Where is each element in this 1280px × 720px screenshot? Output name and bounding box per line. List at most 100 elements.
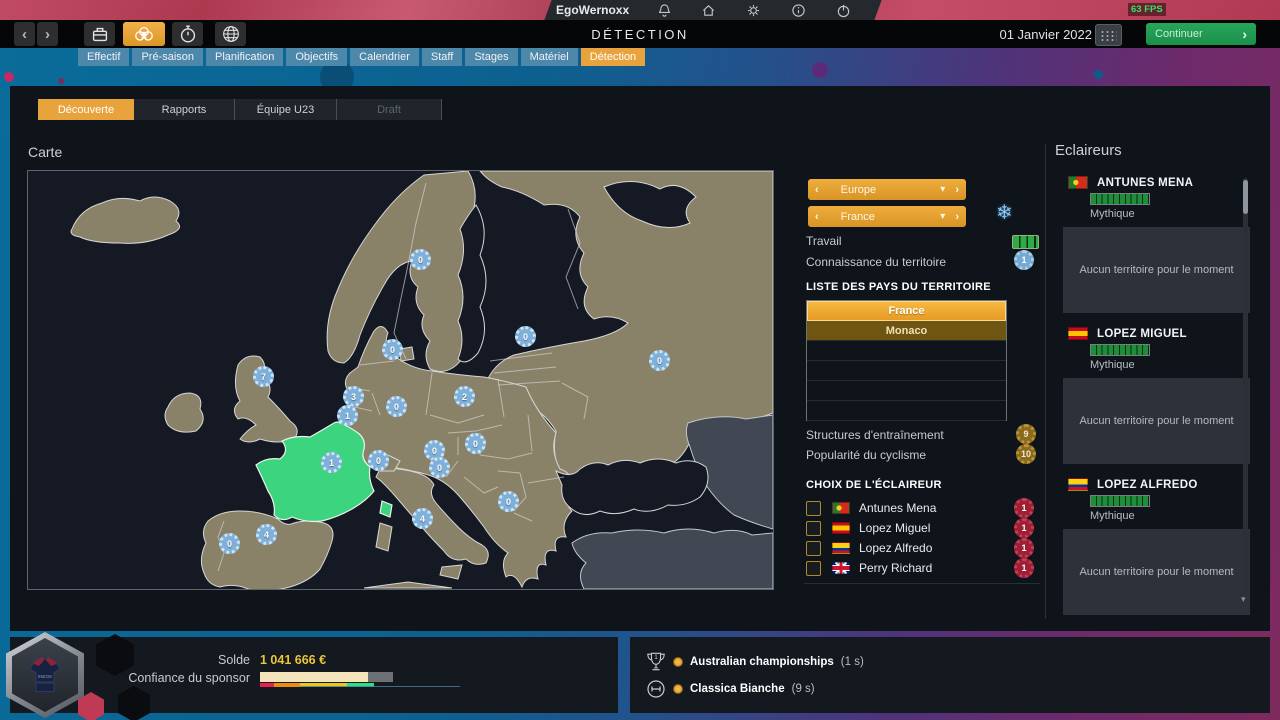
country-iceland[interactable] [71, 197, 180, 243]
scout-checkbox[interactable] [806, 521, 821, 536]
knowledge-badge: 1 [1014, 250, 1034, 270]
calendar-icon[interactable] [1095, 24, 1122, 46]
scrollbar-thumb[interactable] [1243, 180, 1248, 214]
subtab-decouverte[interactable]: Découverte [38, 99, 134, 120]
scout-checkbox[interactable] [806, 561, 821, 576]
svg-text:1: 1 [654, 654, 658, 661]
country-list-header: LISTE DES PAYS DU TERRITOIRE [806, 281, 991, 293]
power-icon[interactable] [835, 2, 852, 19]
gear-icon[interactable] [745, 2, 762, 19]
flag-portugal-icon [832, 502, 850, 514]
scout-option-row[interactable]: Lopez Alfredo [806, 540, 932, 556]
subtab-rapports[interactable]: Rapports [134, 99, 235, 120]
map-badge-sweden[interactable]: 0 [410, 249, 431, 270]
country-value: France [841, 211, 941, 223]
europe-map[interactable]: 0 0 0 0 7 3 1 0 2 0 0 0 0 1 0 4 4 0 [27, 170, 774, 590]
event-row[interactable]: 1 Australian championships (1 s) [646, 650, 864, 673]
event-name: Classica Bianche [690, 683, 785, 695]
sponsor-strip-line [300, 686, 460, 687]
chevron-down-icon[interactable]: ▾ [940, 184, 945, 195]
events-panel: 1 Australian championships (1 s) Classic… [630, 637, 1270, 713]
tab-pre-saison[interactable]: Pré-saison [132, 47, 203, 66]
scout-option-row[interactable]: Lopez Miguel [806, 520, 930, 536]
scout-territory-box: Aucun territoire pour le moment [1063, 529, 1250, 615]
tab-staff[interactable]: Staff [422, 47, 462, 66]
sponsor-confidence-fill [260, 672, 368, 682]
prev-continent-arrow[interactable]: ‹ [815, 184, 819, 196]
map-badge-italy[interactable]: 4 [412, 508, 433, 529]
prev-country-arrow[interactable]: ‹ [815, 211, 819, 223]
map-badge-slovenia[interactable]: 0 [429, 457, 450, 478]
country-norway-sweden[interactable] [327, 171, 476, 371]
svg-text:GRENADIERS: GRENADIERS [37, 680, 54, 684]
map-badge-united-kingdom[interactable]: 7 [253, 366, 274, 387]
continent-selector[interactable]: ‹ Europe ▾ › [808, 179, 966, 200]
event-detail: (1 s) [841, 656, 864, 668]
scout-checkbox[interactable] [806, 501, 821, 516]
map-badge-serbia[interactable]: 0 [498, 491, 519, 512]
country-turkey[interactable] [572, 529, 773, 589]
country-row-france[interactable]: France [807, 301, 1006, 321]
map-badge-portugal[interactable]: 0 [219, 533, 240, 554]
tab-stages[interactable]: Stages [465, 47, 517, 66]
subtab-draft[interactable]: Draft [337, 99, 442, 120]
country-ireland[interactable] [165, 393, 203, 432]
tab-effectif[interactable]: Effectif [78, 47, 129, 66]
country-selector[interactable]: ‹ France ▾ › [808, 206, 966, 227]
scout-option-row[interactable]: Antunes Mena [806, 500, 936, 516]
scroll-down-icon[interactable]: ▾ [1241, 594, 1246, 605]
scout-card[interactable]: LOPEZ MIGUEL Mythique Aucun territoire p… [1053, 326, 1253, 464]
race-stage-icon [646, 679, 666, 699]
scout-count-badge: 1 [1014, 538, 1034, 558]
scout-card[interactable]: LOPEZ ALFREDO Mythique Aucun territoire … [1053, 477, 1253, 615]
cycling-popularity-badge: 10 [1016, 444, 1036, 464]
scout-checkbox[interactable] [806, 541, 821, 556]
team-jersey-inner: INEOS GRENADIERS [12, 638, 78, 712]
scouts-panel: Eclaireurs ANTUNES MENA Mythique Aucun t… [1053, 142, 1253, 628]
scout-rating-label: Mythique [1090, 359, 1253, 371]
deco-circle [812, 62, 828, 78]
sub-tabs: Découverte Rapports Équipe U23 Draft [38, 99, 442, 120]
bell-icon[interactable] [656, 2, 673, 19]
event-dot-icon [673, 684, 683, 694]
scout-name: Antunes Mena [859, 501, 936, 515]
trophy-icon: 1 [646, 650, 666, 673]
scrollbar[interactable] [1243, 178, 1248, 593]
map-badge-latvia[interactable]: 0 [515, 326, 536, 347]
event-row[interactable]: Classica Bianche (9 s) [646, 679, 815, 699]
map-badge-germany[interactable]: 0 [386, 396, 407, 417]
tab-detection[interactable]: Détection [581, 47, 645, 66]
tab-calendrier[interactable]: Calendrier [350, 47, 419, 66]
map-badge-netherlands[interactable]: 3 [343, 386, 364, 407]
island-corsica[interactable] [380, 501, 392, 517]
map-badge-poland[interactable]: 2 [454, 386, 475, 407]
country-row-monaco[interactable]: Monaco [807, 321, 1006, 341]
next-country-arrow[interactable]: › [955, 211, 959, 223]
scout-option-row[interactable]: Perry Richard [806, 560, 932, 576]
subtab-equipe-u23[interactable]: Équipe U23 [235, 99, 337, 120]
tab-materiel[interactable]: Matériel [521, 47, 578, 66]
map-badge-slovakia[interactable]: 0 [465, 433, 486, 454]
svg-text:INEOS: INEOS [38, 674, 52, 679]
map-badge-denmark[interactable]: 0 [382, 339, 403, 360]
tab-planification[interactable]: Planification [206, 47, 283, 66]
scout-count-badge: 1 [1014, 558, 1034, 578]
map-badge-belgium[interactable]: 1 [337, 405, 358, 426]
island-sardinia[interactable] [376, 523, 392, 551]
map-badge-russia[interactable]: 0 [649, 350, 670, 371]
island-sicily[interactable] [440, 565, 462, 579]
main-tabs: Effectif Pré-saison Planification Object… [78, 47, 645, 66]
map-badge-switzerland[interactable]: 0 [368, 450, 389, 471]
map-badge-spain[interactable]: 4 [256, 524, 277, 545]
next-continent-arrow[interactable]: › [955, 184, 959, 196]
training-structures-badge: 9 [1016, 424, 1036, 444]
tab-objectifs[interactable]: Objectifs [286, 47, 347, 66]
home-icon[interactable] [700, 2, 717, 19]
map-badge-france[interactable]: 1 [321, 452, 342, 473]
info-icon[interactable] [790, 2, 807, 19]
jersey-icon: INEOS GRENADIERS [21, 653, 69, 697]
continue-button[interactable]: Continuer › [1146, 23, 1256, 45]
country-row-empty [807, 401, 1006, 421]
chevron-down-icon[interactable]: ▾ [940, 211, 945, 222]
scout-card[interactable]: ANTUNES MENA Mythique Aucun territoire p… [1053, 175, 1253, 313]
